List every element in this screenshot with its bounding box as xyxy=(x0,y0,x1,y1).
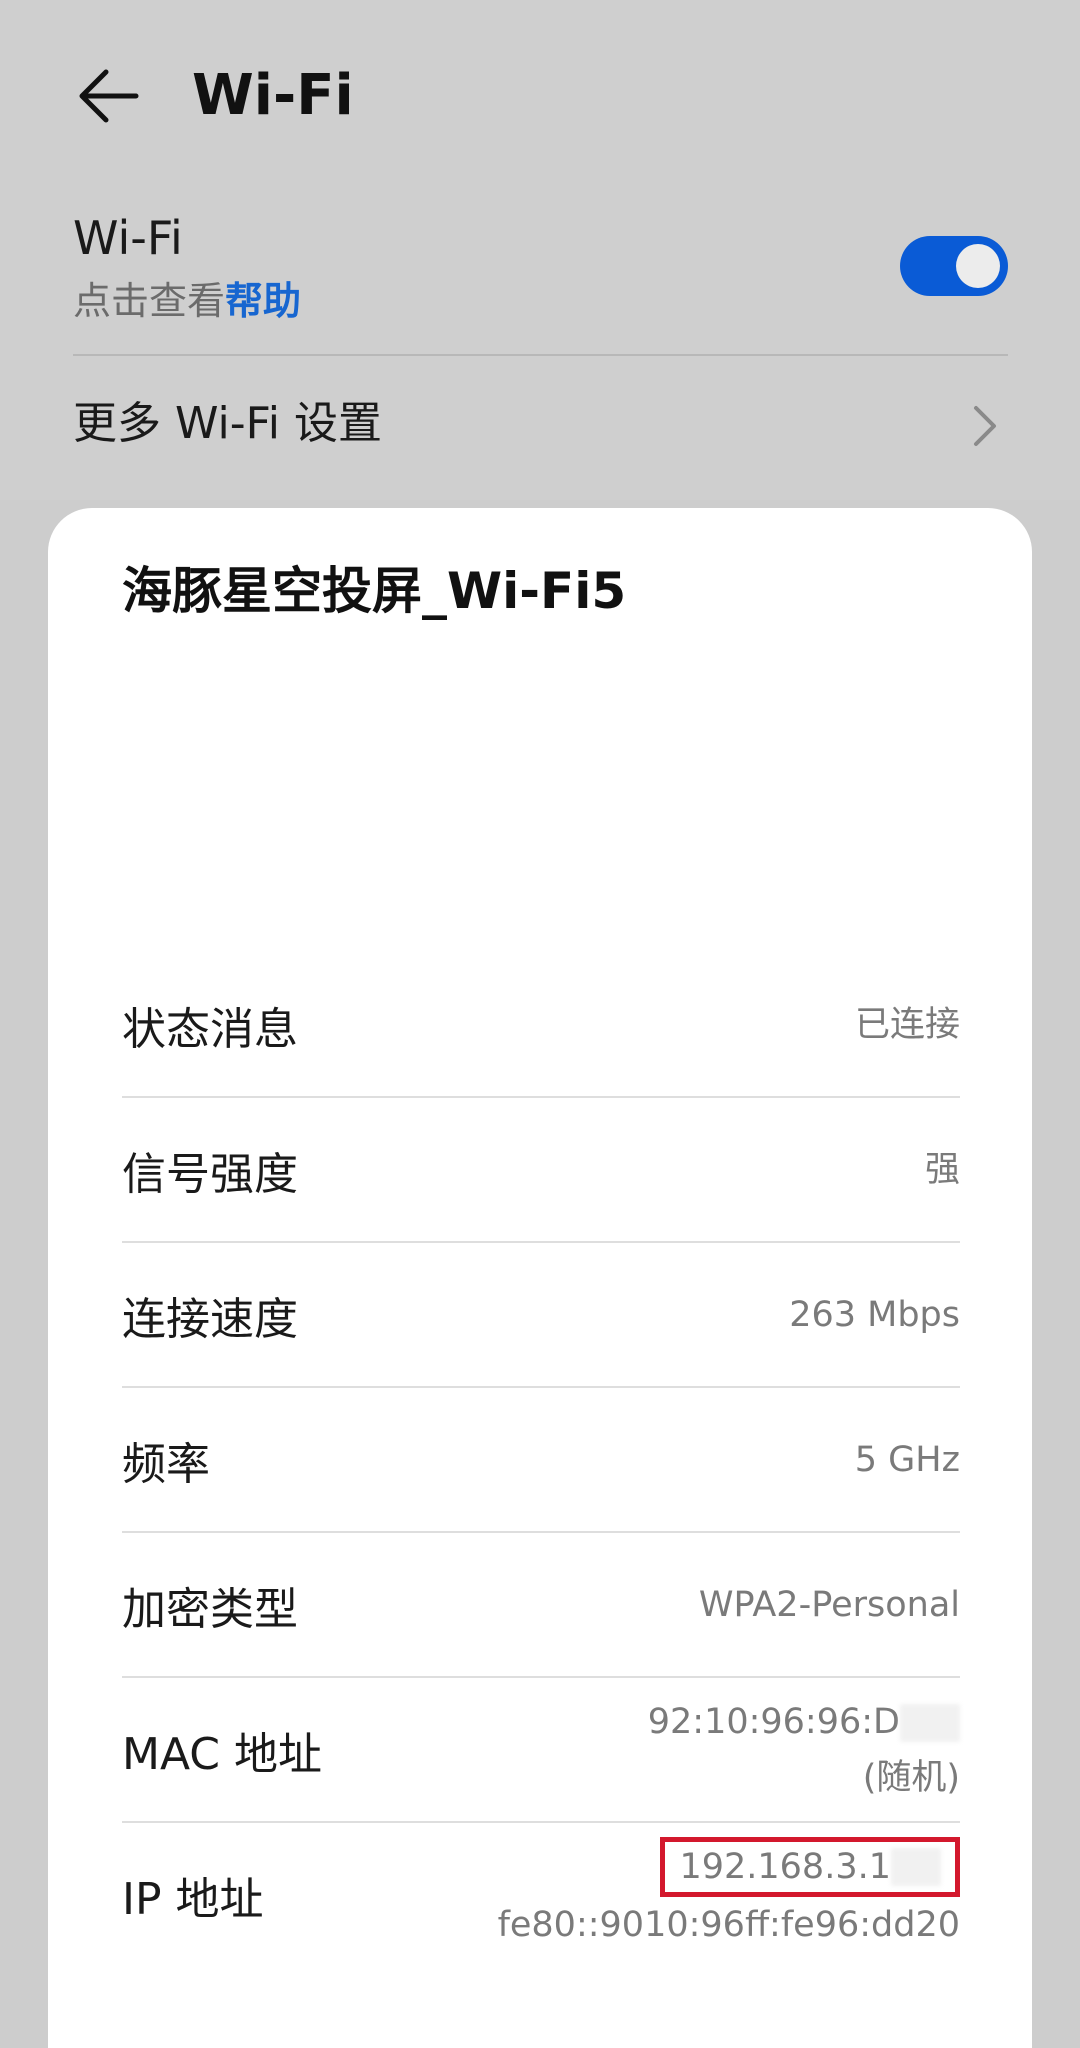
detail-row-ip: IP 地址 192.168.3.1 fe80::9010:96ff:fe96:d… xyxy=(122,1823,960,1968)
wifi-toggle-row[interactable]: Wi-Fi 点击查看帮助 xyxy=(73,210,1008,350)
network-details-sheet: 海豚星空投屏_Wi-Fi5 状态消息 已连接 信号强度 强 连接速度 263 M… xyxy=(48,508,1032,2048)
more-wifi-settings-label: 更多 Wi-Fi 设置 xyxy=(73,398,382,449)
detail-row-status: 状态消息 已连接 xyxy=(122,953,960,1098)
detail-value-wrap: 92:10:96:96:D (随机) xyxy=(648,1678,960,1821)
wifi-switch-knob xyxy=(956,244,1000,288)
qr-code-area xyxy=(348,658,728,938)
divider xyxy=(73,354,1008,356)
detail-label: 状态消息 xyxy=(122,1003,298,1055)
wifi-switch[interactable] xyxy=(900,236,1008,296)
detail-label: 连接速度 xyxy=(122,1293,298,1345)
back-button[interactable] xyxy=(70,58,146,134)
detail-label: IP 地址 xyxy=(122,1873,264,1925)
detail-value-secondary: fe80::9010:96ff:fe96:dd20 xyxy=(497,1904,960,1945)
detail-value: 已连接 xyxy=(854,1004,960,1045)
detail-value: 263 Mbps xyxy=(789,1294,960,1335)
network-name: 海豚星空投屏_Wi-Fi5 xyxy=(122,562,627,620)
detail-value-wrap: 263 Mbps xyxy=(789,1243,960,1386)
wifi-label: Wi-Fi xyxy=(73,211,183,265)
detail-value-wrap: WPA2-Personal xyxy=(699,1533,960,1676)
detail-label: 频率 xyxy=(122,1438,210,1490)
mac-value-line: 92:10:96:96:D xyxy=(648,1694,960,1750)
wifi-help-text: 点击查看帮助 xyxy=(73,276,301,326)
detail-row-encryption: 加密类型 WPA2-Personal xyxy=(122,1533,960,1678)
detail-value-wrap: 强 xyxy=(925,1098,960,1241)
detail-row-signal: 信号强度 强 xyxy=(122,1098,960,1243)
detail-value: 强 xyxy=(924,1149,960,1190)
detail-value: 92:10:96:96:D xyxy=(647,1701,900,1742)
detail-value-wrap: 5 GHz xyxy=(855,1388,960,1531)
detail-value: 192.168.3.1 xyxy=(679,1846,891,1887)
chevron-right-icon xyxy=(974,406,996,446)
redacted-blur xyxy=(891,1847,941,1886)
detail-value-wrap: 192.168.3.1 fe80::9010:96ff:fe96:dd20 xyxy=(498,1823,960,1966)
detail-value-note: (随机) xyxy=(862,1757,960,1798)
ip-highlight-box: 192.168.3.1 xyxy=(660,1836,960,1897)
detail-label: 加密类型 xyxy=(122,1583,298,1635)
help-prefix: 点击查看 xyxy=(73,279,226,323)
detail-row-frequency: 频率 5 GHz xyxy=(122,1388,960,1533)
detail-value: 5 GHz xyxy=(854,1439,960,1480)
detail-row-speed: 连接速度 263 Mbps xyxy=(122,1243,960,1388)
page-title: Wi-Fi xyxy=(192,63,354,128)
detail-row-mac: MAC 地址 92:10:96:96:D (随机) xyxy=(122,1678,960,1823)
help-link[interactable]: 帮助 xyxy=(225,279,301,323)
top-settings-area: Wi-Fi Wi-Fi 点击查看帮助 更多 Wi-Fi 设置 xyxy=(0,0,1080,500)
network-details-list: 状态消息 已连接 信号强度 强 连接速度 263 Mbps 频率 5 GHz 加… xyxy=(122,953,960,1968)
detail-label: MAC 地址 xyxy=(122,1728,322,1780)
detail-label: 信号强度 xyxy=(122,1148,298,1200)
detail-value-wrap: 已连接 xyxy=(855,953,960,1096)
arrow-left-icon xyxy=(79,69,139,123)
detail-value: WPA2-Personal xyxy=(698,1584,960,1625)
app-header: Wi-Fi xyxy=(0,0,1080,200)
redacted-blur xyxy=(900,1703,960,1742)
more-wifi-settings-row[interactable]: 更多 Wi-Fi 设置 xyxy=(73,386,1008,466)
